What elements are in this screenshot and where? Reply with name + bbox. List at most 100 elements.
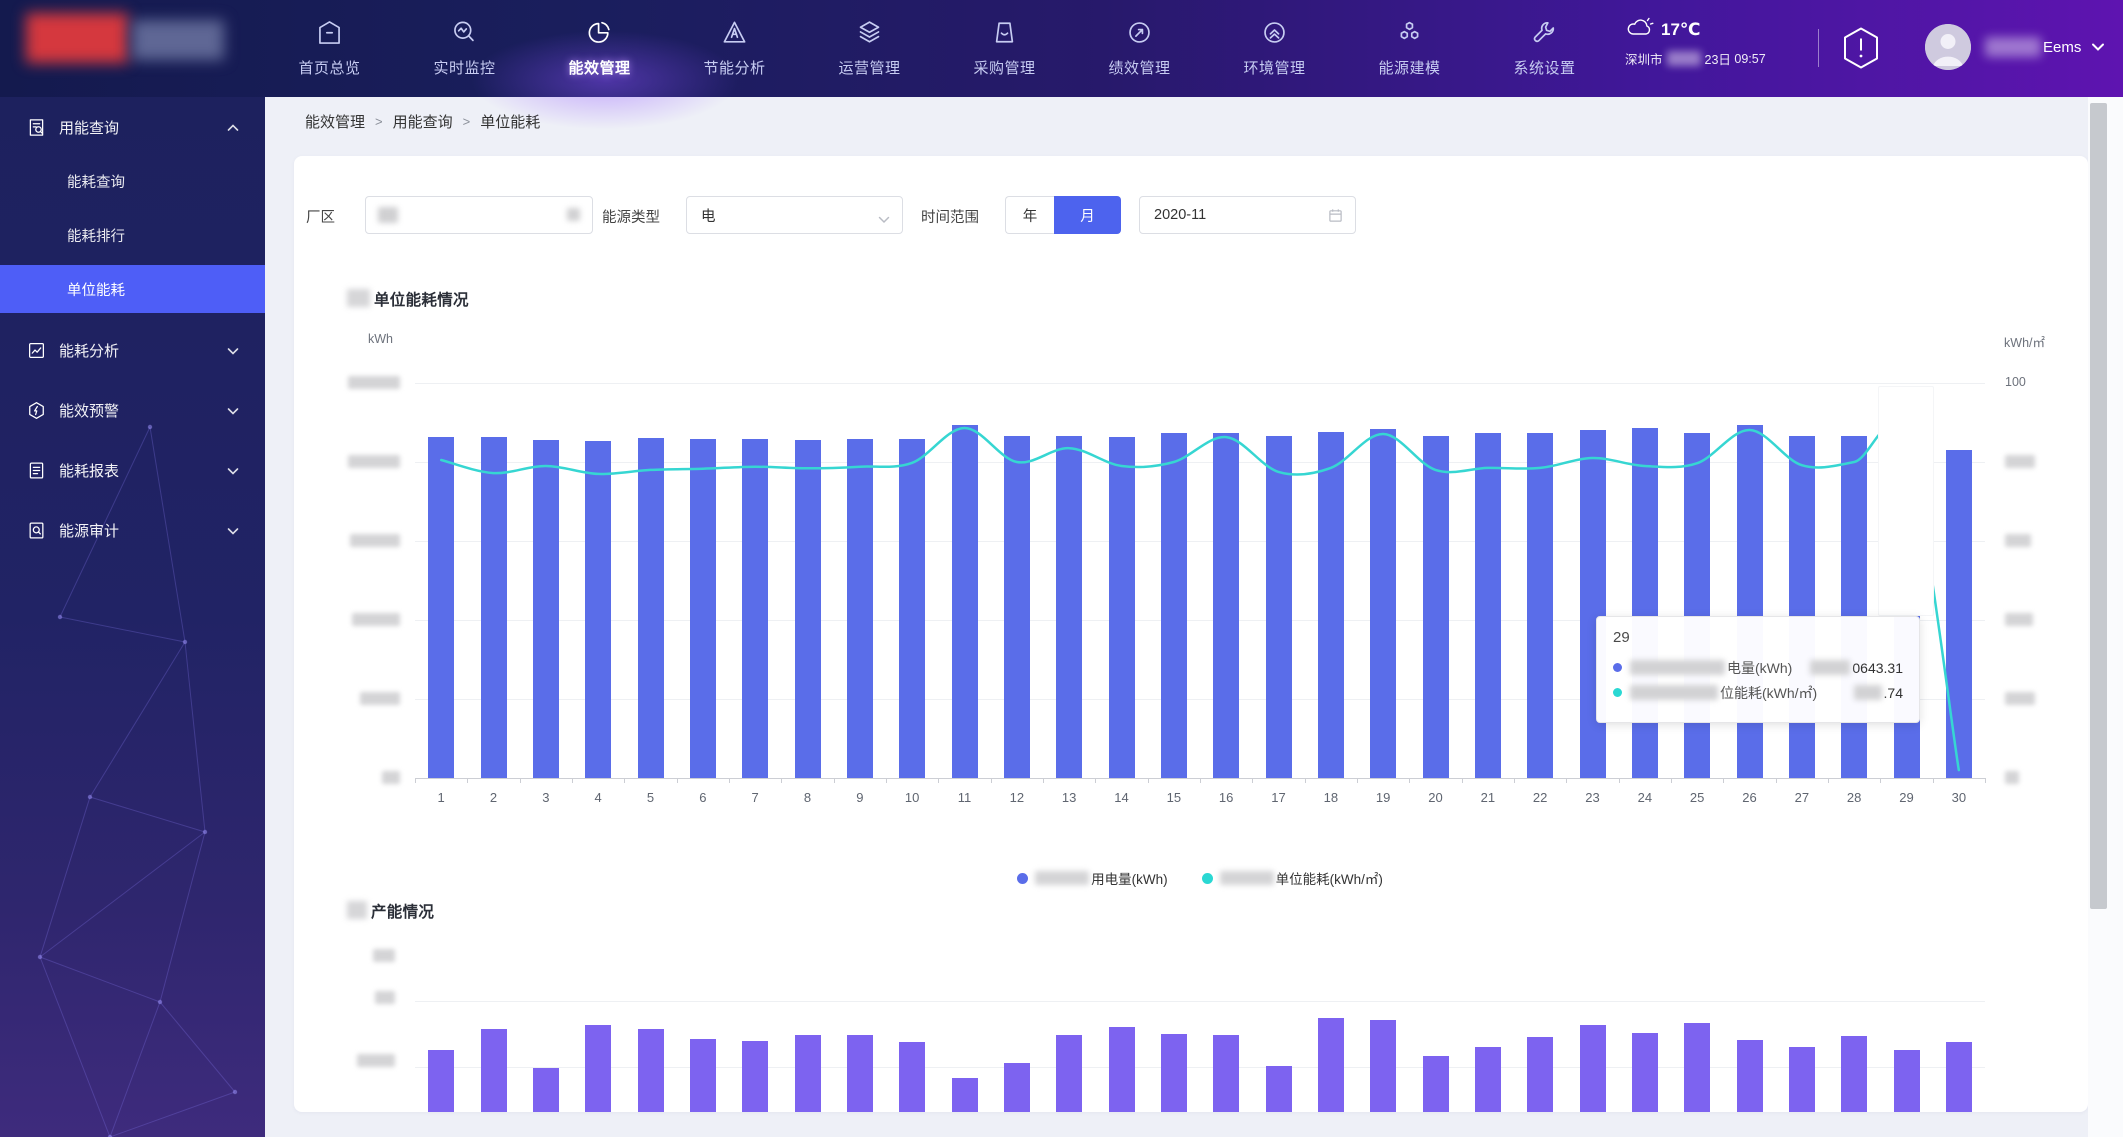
x-axis-label: 21 bbox=[1468, 790, 1508, 805]
chart2-bar-14[interactable] bbox=[1109, 1027, 1135, 1112]
tooltip-value-blur bbox=[1810, 660, 1850, 675]
chart2-bar-12[interactable] bbox=[1004, 1063, 1030, 1112]
chart2-bar-1[interactable] bbox=[428, 1050, 454, 1112]
triangle-icon bbox=[721, 19, 748, 51]
chart2-bar-30[interactable] bbox=[1946, 1042, 1972, 1112]
x-axis-label: 3 bbox=[526, 790, 566, 805]
energy-type-select[interactable]: 电 bbox=[686, 196, 903, 234]
chart2-bar-21[interactable] bbox=[1475, 1047, 1501, 1112]
chart2-bar-17[interactable] bbox=[1266, 1066, 1292, 1112]
scrollbar-track[interactable] bbox=[2088, 97, 2123, 1137]
user-menu[interactable]: Eems bbox=[1925, 24, 2105, 70]
user-name: Eems bbox=[2043, 39, 2081, 56]
nav-item-节能分析[interactable]: 节能分析 bbox=[667, 0, 802, 97]
chart2-bar-22[interactable] bbox=[1527, 1037, 1553, 1112]
nav-item-能源建模[interactable]: 能源建模 bbox=[1342, 0, 1477, 97]
chart2-bar-5[interactable] bbox=[638, 1029, 664, 1112]
x-axis-label: 2 bbox=[474, 790, 514, 805]
chart2-bar-18[interactable] bbox=[1318, 1018, 1344, 1112]
chart1-right-axis-unit: kWh/㎡ bbox=[1944, 332, 2045, 351]
alert-hexagon-icon[interactable] bbox=[1842, 26, 1880, 70]
sidebar-subitem-能耗排行[interactable]: 能耗排行 bbox=[0, 211, 265, 259]
chart2-bar-19[interactable] bbox=[1370, 1020, 1396, 1112]
chart-icon bbox=[27, 341, 46, 360]
scrollbar-thumb[interactable] bbox=[2090, 103, 2107, 909]
content-card: 厂区 能源类型 电 时间范围 年 月 2020-11 bbox=[294, 156, 2088, 1112]
legend-label-blur bbox=[1035, 871, 1089, 885]
x-axis-label: 24 bbox=[1625, 790, 1665, 805]
legend-item-用电量(kWh)[interactable]: 用电量(kWh) bbox=[1017, 868, 1168, 888]
chart2-bar-16[interactable] bbox=[1213, 1035, 1239, 1112]
x-axis-tick bbox=[520, 778, 521, 783]
chart2-bar-27[interactable] bbox=[1789, 1047, 1815, 1112]
month-toggle-button[interactable]: 月 bbox=[1054, 196, 1121, 234]
nav-item-首页总览[interactable]: 首页总览 bbox=[262, 0, 397, 97]
tooltip-value-blur bbox=[1854, 685, 1882, 700]
sidebar-subitem-单位能耗[interactable]: 单位能耗 bbox=[0, 265, 265, 313]
chart1-legend: 用电量(kWh) 单位能耗(kWh/㎡) bbox=[415, 868, 1985, 888]
x-axis-label: 6 bbox=[683, 790, 723, 805]
x-axis-tick bbox=[1828, 778, 1829, 783]
nav-item-运营管理[interactable]: 运营管理 bbox=[802, 0, 937, 97]
header-divider bbox=[1818, 29, 1819, 67]
chart2-bar-6[interactable] bbox=[690, 1039, 716, 1112]
left-axis-label-blurred bbox=[375, 991, 395, 1004]
x-axis-tick bbox=[1305, 778, 1306, 783]
x-axis-label: 17 bbox=[1259, 790, 1299, 805]
nav-label: 系统设置 bbox=[1513, 57, 1575, 78]
chart2-bar-2[interactable] bbox=[481, 1029, 507, 1112]
chevron-down-icon[interactable] bbox=[2081, 39, 2105, 56]
nav-label: 采购管理 bbox=[973, 57, 1035, 78]
chart1-tooltip: 29 电量(kWh)0643.31位能耗(kWh/㎡).74 bbox=[1596, 616, 1920, 723]
left-axis-label-blurred bbox=[348, 455, 400, 468]
chart2-bar-28[interactable] bbox=[1841, 1036, 1867, 1112]
chart2-bar-29[interactable] bbox=[1894, 1050, 1920, 1112]
nav-item-系统设置[interactable]: 系统设置 bbox=[1477, 0, 1612, 97]
chart2-bar-8[interactable] bbox=[795, 1035, 821, 1112]
tooltip-series-dot bbox=[1613, 663, 1622, 672]
nav-item-采购管理[interactable]: 采购管理 bbox=[937, 0, 1072, 97]
nav-item-实时监控[interactable]: 实时监控 bbox=[397, 0, 532, 97]
weather-temp: 17℃ bbox=[1661, 20, 1701, 40]
nav-item-环境管理[interactable]: 环境管理 bbox=[1207, 0, 1342, 97]
breadcrumb-item-能效管理[interactable]: 能效管理 bbox=[305, 111, 365, 132]
factory-select[interactable] bbox=[365, 196, 593, 234]
nav-item-能效管理[interactable]: 能效管理 bbox=[532, 0, 667, 97]
sidebar-item-能耗报表[interactable]: 能耗报表 bbox=[0, 446, 265, 494]
sidebar-item-用能查询[interactable]: 用能查询 bbox=[0, 103, 265, 151]
nav-item-绩效管理[interactable]: 绩效管理 bbox=[1072, 0, 1207, 97]
chart2-bar-4[interactable] bbox=[585, 1025, 611, 1112]
alert-shield-icon bbox=[27, 401, 46, 420]
avatar[interactable] bbox=[1925, 24, 1971, 70]
left-axis-label-blurred bbox=[352, 613, 400, 626]
chart2-bar-15[interactable] bbox=[1161, 1034, 1187, 1112]
sidebar-subitem-能耗查询[interactable]: 能耗查询 bbox=[0, 157, 265, 205]
chart2-bar-23[interactable] bbox=[1580, 1025, 1606, 1112]
sidebar-item-能耗分析[interactable]: 能耗分析 bbox=[0, 326, 265, 374]
chart2-bar-10[interactable] bbox=[899, 1042, 925, 1112]
sidebar-item-能效预警[interactable]: 能效预警 bbox=[0, 386, 265, 434]
chart2-bar-26[interactable] bbox=[1737, 1040, 1763, 1112]
chart2-bar-25[interactable] bbox=[1684, 1023, 1710, 1112]
x-axis-label: 4 bbox=[578, 790, 618, 805]
tooltip-series-dot bbox=[1613, 688, 1622, 697]
sidebar-item-能源审计[interactable]: 能源审计 bbox=[0, 506, 265, 554]
top-nav-bar: 首页总览实时监控能效管理节能分析运营管理采购管理 绩效管理环境管理 能源建模系统设置… bbox=[0, 0, 2123, 97]
breadcrumb-item-单位能耗[interactable]: 单位能耗 bbox=[480, 111, 540, 132]
chevron-down-icon bbox=[227, 402, 239, 419]
chart2-bar-13[interactable] bbox=[1056, 1035, 1082, 1112]
breadcrumb-item-用能查询[interactable]: 用能查询 bbox=[393, 111, 453, 132]
year-toggle-button[interactable]: 年 bbox=[1005, 196, 1054, 234]
chart2-bar-3[interactable] bbox=[533, 1068, 559, 1112]
chart2-bar-24[interactable] bbox=[1632, 1033, 1658, 1112]
x-axis-tick bbox=[1357, 778, 1358, 783]
chart2-bar-20[interactable] bbox=[1423, 1056, 1449, 1112]
factory-label: 厂区 bbox=[306, 206, 335, 227]
chart2-bar-7[interactable] bbox=[742, 1041, 768, 1112]
chart2-bar-9[interactable] bbox=[847, 1035, 873, 1112]
date-picker[interactable]: 2020-11 bbox=[1139, 196, 1356, 234]
chart2-bar-11[interactable] bbox=[952, 1078, 978, 1112]
legend-item-单位能耗(kWh/㎡)[interactable]: 单位能耗(kWh/㎡) bbox=[1202, 868, 1383, 888]
nav-label: 环境管理 bbox=[1243, 57, 1305, 78]
doc-search-icon bbox=[27, 118, 46, 137]
